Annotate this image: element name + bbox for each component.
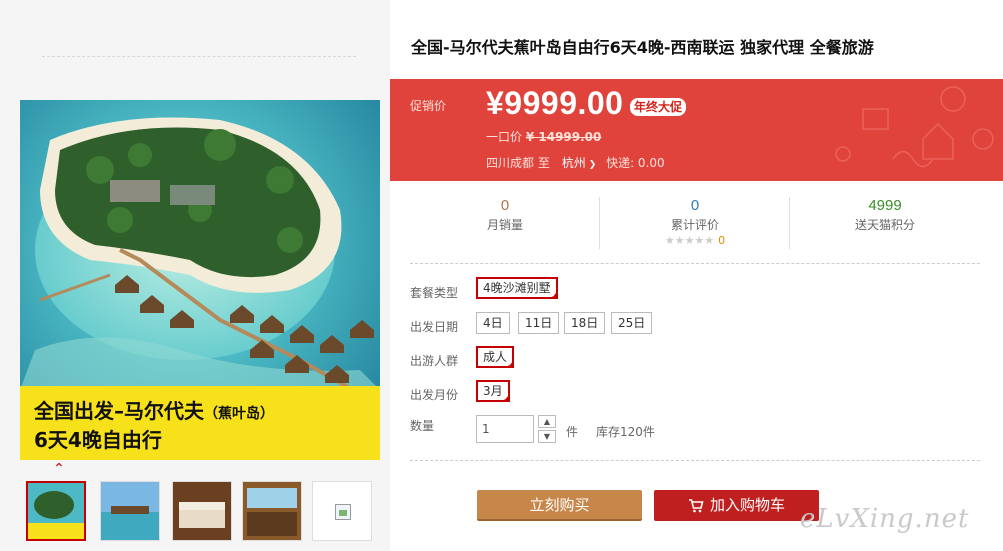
quantity-label: 数量: [410, 419, 435, 433]
thumbnail-2[interactable]: [100, 481, 160, 541]
section-divider: [410, 460, 980, 461]
ship-origin: 四川成都: [486, 156, 535, 170]
reviews-value: 0: [690, 197, 700, 214]
cart-icon: [688, 498, 704, 512]
promo-price-label: 促销价: [410, 99, 447, 113]
option-month[interactable]: 3月: [476, 380, 510, 403]
banner-headline: 全国出发–马尔代夫（蕉叶岛）: [34, 399, 274, 423]
product-title: 全国-马尔代夫蕉叶岛自由行6天4晚-西南联运 独家代理 全餐旅游: [411, 38, 874, 57]
stat-reviews[interactable]: 0 累计评价 ★★★★★ 0: [600, 195, 790, 251]
stock-count: 库存120件: [596, 425, 655, 439]
quantity-unit: 件: [566, 425, 579, 439]
option-date-1[interactable]: 4日: [476, 312, 510, 334]
section-divider: [410, 263, 980, 264]
departure-date-label: 出发日期: [410, 320, 459, 334]
gallery-panel: 全国出发–马尔代夫（蕉叶岛） 6天4晚自由行 ⌃: [0, 0, 390, 551]
gallery-divider: [42, 56, 356, 57]
reviews-label: 累计评价: [670, 218, 719, 232]
package-type-label: 套餐类型: [410, 286, 459, 300]
stat-monthly-sales: 0 月销量: [410, 195, 600, 251]
thumbnail-1[interactable]: [26, 481, 86, 541]
quantity-decrease-button[interactable]: ▼: [538, 430, 556, 443]
thumbnail-3[interactable]: [172, 481, 232, 541]
shipping-row: 四川成都 至 杭州 ❯ 快递: 0.00: [486, 154, 665, 171]
site-watermark: eLvXing.net: [800, 504, 970, 534]
stats-bar: 0 月销量 0 累计评价 ★★★★★ 0 4999 送天猫积分: [410, 195, 982, 251]
points-label: 送天猫积分: [854, 218, 915, 232]
option-group[interactable]: 成人: [476, 346, 515, 369]
decorative-pattern: [835, 86, 994, 168]
option-package[interactable]: 4晚沙滩别墅: [476, 277, 558, 300]
original-price-label: 一口价: [486, 130, 523, 144]
rating-count: 0: [718, 234, 726, 247]
main-product-image[interactable]: 全国出发–马尔代夫（蕉叶岛） 6天4晚自由行: [20, 100, 380, 460]
broken-image-icon: [335, 504, 351, 520]
sale-badge: 年终大促: [630, 98, 687, 116]
add-to-cart-button[interactable]: 加入购物车: [654, 490, 819, 521]
thumbnail-4[interactable]: [242, 481, 302, 541]
quantity-input[interactable]: 1: [476, 415, 534, 443]
add-to-cart-label: 加入购物车: [709, 496, 785, 514]
thumbnail-5[interactable]: [312, 481, 372, 541]
option-date-4[interactable]: 25日: [611, 312, 653, 334]
option-date-3[interactable]: 18日: [564, 312, 606, 334]
star-icons: ★★★★★: [664, 234, 715, 247]
departure-month-label: 出发月份: [410, 388, 459, 402]
buy-now-button[interactable]: 立刻购买: [477, 490, 642, 521]
chevron-up-icon: ⌃: [53, 461, 65, 477]
stat-points: 4999 送天猫积分: [790, 195, 980, 251]
original-price-row: 一口价 ¥ 14999.00: [486, 128, 601, 145]
rating-stars: ★★★★★ 0: [600, 233, 790, 249]
points-value: 4999: [868, 197, 902, 214]
shipping-fee: 快递: 0.00: [606, 156, 665, 170]
current-price: ¥9999.00: [486, 85, 624, 121]
monthly-sales-value: 0: [500, 197, 510, 214]
monthly-sales-label: 月销量: [486, 218, 523, 232]
traveler-group-label: 出游人群: [410, 354, 459, 368]
ship-to-label: 至: [537, 156, 550, 170]
ship-destination[interactable]: 杭州: [562, 156, 586, 170]
chevron-down-icon[interactable]: ❯: [589, 160, 597, 170]
banner-subline: 6天4晚自由行: [34, 428, 162, 452]
original-price: ¥ 14999.00: [525, 130, 602, 144]
promo-banner: 全国出发–马尔代夫（蕉叶岛） 6天4晚自由行: [20, 386, 380, 460]
thumbnail-strip: [26, 481, 376, 541]
option-date-2[interactable]: 11日: [518, 312, 560, 334]
price-panel: 促销价 ¥9999.00 年终大促 一口价 ¥ 14999.00 四川成都 至 …: [390, 79, 1003, 181]
quantity-increase-button[interactable]: ▲: [538, 415, 556, 428]
